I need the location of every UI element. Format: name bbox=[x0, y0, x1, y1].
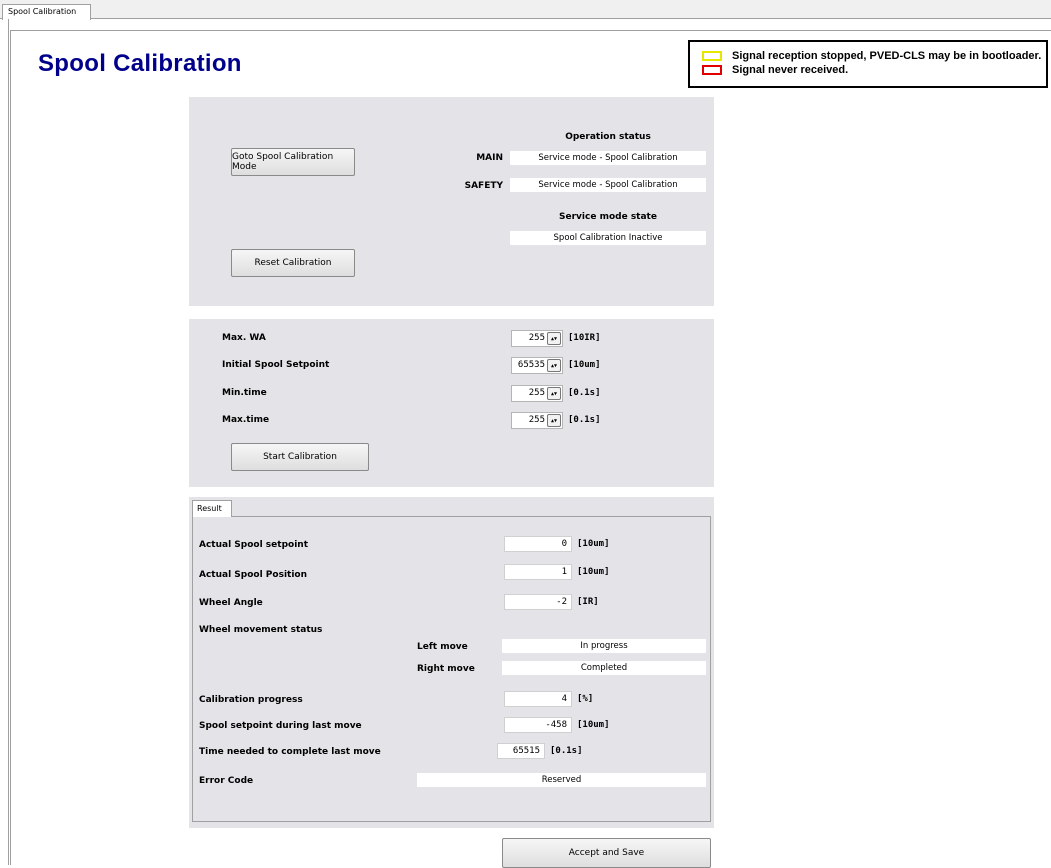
start-calibration-button[interactable]: Start Calibration bbox=[231, 443, 369, 471]
max-time-value: 255 bbox=[528, 415, 545, 425]
right-move-field: Completed bbox=[502, 661, 706, 675]
wheel-movement-status-label: Wheel movement status bbox=[199, 625, 323, 635]
left-move-label: Left move bbox=[417, 642, 468, 652]
red-box-icon bbox=[702, 65, 722, 75]
max-time-label: Max.time bbox=[222, 415, 270, 425]
max-wa-unit: [10IR] bbox=[568, 333, 601, 343]
spin-arrows-icon[interactable]: ▲▼ bbox=[547, 387, 561, 400]
legend-item-never: Signal never received. bbox=[702, 63, 848, 77]
actual-setpoint-label: Actual Spool setpoint bbox=[199, 540, 308, 550]
time-needed-field: 65515 bbox=[497, 743, 545, 759]
safety-status-field: Service mode - Spool Calibration bbox=[510, 178, 706, 192]
signal-legend: Signal reception stopped, PVED-CLS may b… bbox=[688, 40, 1048, 88]
accept-and-save-button[interactable]: Accept and Save bbox=[502, 838, 711, 868]
service-mode-state-field: Spool Calibration Inactive bbox=[510, 231, 706, 245]
tab-spool-calibration[interactable]: Spool Calibration bbox=[2, 4, 91, 20]
actual-setpoint-unit: [10um] bbox=[577, 539, 610, 549]
actual-position-unit: [10um] bbox=[577, 567, 610, 577]
service-mode-state-header: Service mode state bbox=[559, 212, 657, 222]
min-time-unit: [0.1s] bbox=[568, 388, 601, 398]
wheel-angle-unit: [IR] bbox=[577, 597, 599, 607]
spin-arrows-icon[interactable]: ▲▼ bbox=[547, 359, 561, 372]
spin-arrows-icon[interactable]: ▲▼ bbox=[547, 414, 561, 427]
safety-label: SAFETY bbox=[464, 181, 503, 191]
wheel-angle-field: -2 bbox=[504, 594, 572, 610]
calibration-progress-unit: [%] bbox=[577, 694, 594, 704]
page-title: Spool Calibration bbox=[38, 50, 242, 77]
calibration-progress-field: 4 bbox=[504, 691, 572, 707]
initial-setpoint-unit: [10um] bbox=[568, 360, 601, 370]
main-label: MAIN bbox=[476, 153, 503, 163]
legend-text: Signal never received. bbox=[732, 64, 849, 76]
actual-position-label: Actual Spool Position bbox=[199, 570, 308, 580]
right-move-label: Right move bbox=[417, 664, 475, 674]
last-setpoint-field: -458 bbox=[504, 717, 572, 733]
frame-border bbox=[8, 19, 9, 865]
last-setpoint-unit: [10um] bbox=[577, 720, 610, 730]
legend-item-stopped: Signal reception stopped, PVED-CLS may b… bbox=[702, 49, 1041, 63]
max-wa-label: Max. WA bbox=[222, 333, 266, 343]
operation-status-header: Operation status bbox=[565, 132, 651, 142]
max-wa-value: 255 bbox=[528, 333, 545, 343]
actual-position-field: 1 bbox=[504, 564, 572, 580]
goto-calibration-mode-button[interactable]: Goto Spool Calibration Mode bbox=[231, 148, 355, 176]
wheel-angle-label: Wheel Angle bbox=[199, 598, 263, 608]
min-time-value: 255 bbox=[528, 388, 545, 398]
last-setpoint-label: Spool setpoint during last move bbox=[199, 721, 362, 731]
yellow-box-icon bbox=[702, 51, 722, 61]
min-time-label: Min.time bbox=[222, 388, 267, 398]
initial-setpoint-label: Initial Spool Setpoint bbox=[222, 360, 330, 370]
time-needed-label: Time needed to complete last move bbox=[199, 747, 381, 757]
calibration-progress-label: Calibration progress bbox=[199, 695, 303, 705]
left-move-field: In progress bbox=[502, 639, 706, 653]
reset-calibration-button[interactable]: Reset Calibration bbox=[231, 249, 355, 277]
spin-arrows-icon[interactable]: ▲▼ bbox=[547, 332, 561, 345]
initial-setpoint-spinbox[interactable]: 65535 ▲▼ bbox=[511, 357, 563, 374]
min-time-spinbox[interactable]: 255 ▲▼ bbox=[511, 385, 563, 402]
time-needed-unit: [0.1s] bbox=[550, 746, 583, 756]
actual-setpoint-field: 0 bbox=[504, 536, 572, 552]
max-time-spinbox[interactable]: 255 ▲▼ bbox=[511, 412, 563, 429]
tab-result[interactable]: Result bbox=[192, 500, 232, 517]
max-time-unit: [0.1s] bbox=[568, 415, 601, 425]
legend-text: Signal reception stopped, PVED-CLS may b… bbox=[732, 50, 1042, 62]
max-wa-spinbox[interactable]: 255 ▲▼ bbox=[511, 330, 563, 347]
initial-setpoint-value: 65535 bbox=[517, 360, 545, 370]
error-code-field: Reserved bbox=[417, 773, 706, 787]
error-code-label: Error Code bbox=[199, 776, 254, 786]
tab-strip: Spool Calibration bbox=[0, 0, 1051, 20]
main-status-field: Service mode - Spool Calibration bbox=[510, 151, 706, 165]
